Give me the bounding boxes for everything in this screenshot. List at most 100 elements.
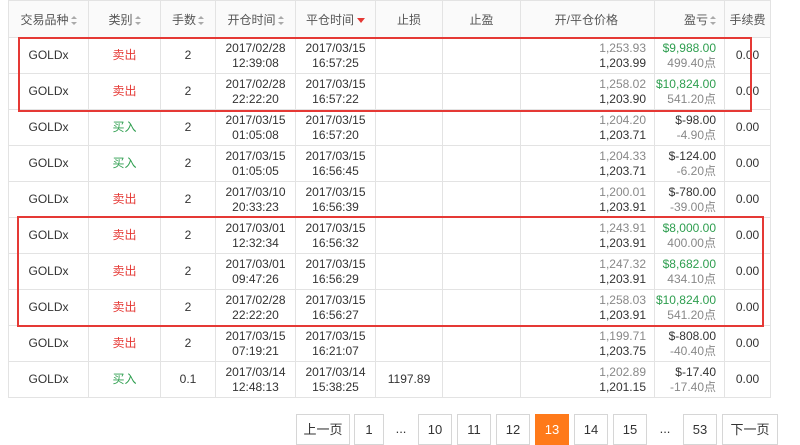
cell-pnl: $10,824.00 541.20点	[654, 289, 725, 326]
page-button-10[interactable]: 10	[418, 414, 452, 445]
cell-pnl: $8,682.00 434.10点	[654, 253, 725, 290]
pnl-points: -4.90点	[676, 127, 716, 142]
open-date: 2017/03/01	[225, 220, 286, 235]
cell-symbol: GOLDx	[8, 145, 89, 182]
cell-type: 卖出	[88, 217, 161, 254]
header-fee: 手续费	[724, 0, 771, 38]
cell-prices: 1,204.33 1,203.71	[520, 145, 655, 182]
cell-prices: 1,258.02 1,203.90	[520, 73, 655, 110]
close-date: 2017/03/15	[305, 292, 366, 307]
table-row: GOLDx 卖出 2 2017/03/10 20:33:23 2017/03/15 16:5…	[8, 181, 771, 218]
open-price: 1,204.20	[599, 112, 646, 127]
cell-fee: 0.00	[724, 361, 771, 398]
page-button-53[interactable]: 53	[683, 414, 717, 445]
close-clock: 16:57:25	[312, 55, 359, 70]
pnl-points: -17.40点	[669, 379, 716, 394]
cell-prices: 1,204.20 1,203.71	[520, 109, 655, 146]
cell-fee: 0.00	[724, 109, 771, 146]
open-price: 1,247.32	[599, 256, 646, 271]
prev-page-button[interactable]: 上一页	[296, 414, 350, 445]
header-type[interactable]: 类别	[88, 0, 161, 38]
close-price: 1,201.15	[599, 379, 646, 394]
open-price: 1,258.03	[599, 292, 646, 307]
header-prices: 开/平仓价格	[520, 0, 655, 38]
close-clock: 16:56:29	[312, 271, 359, 286]
open-price: 1,204.33	[599, 148, 646, 163]
close-date: 2017/03/15	[305, 40, 366, 55]
trade-rows: GOLDx 卖出 2 2017/02/28 12:39:08 2017/03/15 16:5…	[8, 37, 771, 398]
page-ellipsis: ...	[395, 421, 407, 436]
pnl-amount: $9,988.00	[662, 40, 716, 55]
sort-icon	[134, 15, 141, 25]
open-price: 1,202.89	[599, 364, 646, 379]
cell-open-time: 2017/03/15 01:05:08	[215, 109, 296, 146]
page-button-13-current[interactable]: 13	[535, 414, 569, 445]
cell-take-profit	[442, 289, 521, 326]
cell-symbol: GOLDx	[8, 109, 89, 146]
header-close-time[interactable]: 平仓时间	[295, 0, 376, 38]
sort-icon	[710, 15, 716, 25]
cell-prices: 1,199.71 1,203.75	[520, 325, 655, 362]
cell-open-time: 2017/02/28 12:39:08	[215, 37, 296, 74]
cell-take-profit	[442, 253, 521, 290]
page-button-14[interactable]: 14	[574, 414, 608, 445]
close-clock: 16:57:22	[312, 91, 359, 106]
header-symbol[interactable]: 交易品种	[8, 0, 89, 38]
pnl-amount: $10,824.00	[655, 292, 716, 307]
open-date: 2017/02/28	[225, 292, 286, 307]
next-page-button[interactable]: 下一页	[722, 414, 778, 445]
cell-symbol: GOLDx	[8, 361, 89, 398]
header-take-profit: 止盈	[442, 0, 521, 38]
cell-open-time: 2017/03/01 12:32:34	[215, 217, 296, 254]
cell-take-profit	[442, 181, 521, 218]
cell-pnl: $10,824.00 541.20点	[654, 73, 725, 110]
sort-icon	[70, 15, 77, 25]
cell-stop-loss	[375, 145, 443, 182]
cell-take-profit	[442, 73, 521, 110]
pnl-points: -40.40点	[669, 343, 716, 358]
cell-stop-loss	[375, 289, 443, 326]
cell-symbol: GOLDx	[8, 217, 89, 254]
close-price: 1,203.75	[599, 343, 646, 358]
table-row: GOLDx 买入 2 2017/03/15 01:05:08 2017/03/15 16:5…	[8, 109, 771, 146]
table-row: GOLDx 卖出 2 2017/02/28 22:22:20 2017/03/15 16:5…	[8, 73, 771, 110]
close-price: 1,203.91	[599, 235, 646, 250]
cell-lots: 2	[160, 253, 216, 290]
cell-pnl: $-98.00 -4.90点	[654, 109, 725, 146]
pnl-amount: $-780.00	[668, 184, 716, 199]
cell-stop-loss: 1197.89	[375, 361, 443, 398]
cell-prices: 1,253.93 1,203.99	[520, 37, 655, 74]
header-pnl[interactable]: 盈亏	[654, 0, 725, 38]
header-lots[interactable]: 手数	[160, 0, 216, 38]
cell-close-time: 2017/03/15 16:56:29	[295, 253, 376, 290]
cell-lots: 2	[160, 73, 216, 110]
cell-open-time: 2017/02/28 22:22:20	[215, 289, 296, 326]
open-price: 1,199.71	[599, 328, 646, 343]
cell-lots: 2	[160, 181, 216, 218]
page-button-12[interactable]: 12	[496, 414, 530, 445]
table-row: GOLDx 卖出 2 2017/03/15 07:19:21 2017/03/15 16:2…	[8, 325, 771, 362]
close-date: 2017/03/15	[305, 220, 366, 235]
cell-fee: 0.00	[724, 289, 771, 326]
open-price: 1,258.02	[599, 76, 646, 91]
page-button-11[interactable]: 11	[457, 414, 491, 445]
cell-close-time: 2017/03/15 16:57:25	[295, 37, 376, 74]
open-clock: 22:22:20	[232, 91, 279, 106]
cell-pnl: $-780.00 -39.00点	[654, 181, 725, 218]
header-open-time[interactable]: 开仓时间	[215, 0, 296, 38]
cell-stop-loss	[375, 325, 443, 362]
pnl-points: 499.40点	[667, 55, 716, 70]
cell-lots: 2	[160, 37, 216, 74]
pnl-points: 541.20点	[667, 307, 716, 322]
open-clock: 22:22:20	[232, 307, 279, 322]
page-button-1[interactable]: 1	[354, 414, 384, 445]
page-button-15[interactable]: 15	[613, 414, 647, 445]
open-price: 1,253.93	[599, 40, 646, 55]
cell-stop-loss	[375, 181, 443, 218]
pnl-points: -39.00点	[669, 199, 716, 214]
cell-type: 卖出	[88, 37, 161, 74]
open-clock: 12:32:34	[232, 235, 279, 250]
open-clock: 12:48:13	[232, 379, 279, 394]
cell-type: 卖出	[88, 289, 161, 326]
cell-take-profit	[442, 361, 521, 398]
